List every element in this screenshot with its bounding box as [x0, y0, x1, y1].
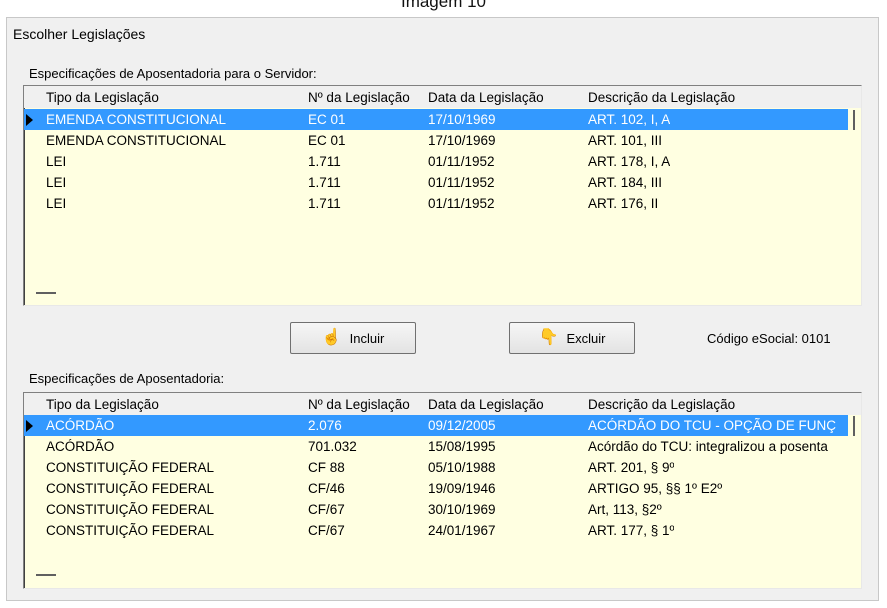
specs-grid[interactable]: Tipo da Legislação Nº da Legislação Data…: [23, 392, 862, 589]
cell-data: 17/10/1969: [428, 133, 496, 148]
cell-descricao: ART. 101, III: [588, 133, 663, 148]
col-data-header[interactable]: Data da Legislação: [428, 397, 544, 412]
cell-descricao: ART. 201, § 9º: [588, 460, 675, 475]
table-row[interactable]: CONSTITUIÇÃO FEDERAL CF/46 19/09/1946 AR…: [24, 478, 848, 499]
table-row[interactable]: LEI 1.711 01/11/1952 ART. 178, I, A: [24, 151, 848, 172]
specs-label: Especificações de Aposentadoria:: [29, 371, 225, 386]
cell-descricao: ARTIGO 95, §§ 1º E2º: [588, 481, 723, 496]
col-descricao-header[interactable]: Descrição da Legislação: [588, 90, 735, 105]
table-row[interactable]: CONSTITUIÇÃO FEDERAL CF/67 24/01/1967 AR…: [24, 520, 848, 541]
cell-tipo: CONSTITUIÇÃO FEDERAL: [46, 460, 215, 475]
cell-descricao: Acórdão do TCU: integralizou a posenta: [588, 439, 828, 454]
cell-numero: 1.711: [308, 196, 341, 211]
cell-data: 24/01/1967: [428, 523, 496, 538]
cell-tipo: CONSTITUIÇÃO FEDERAL: [46, 523, 215, 538]
hand-pointing-down-icon: 👇: [538, 329, 559, 346]
cell-descricao: ART. 178, I, A: [588, 154, 671, 169]
col-numero-header[interactable]: Nº da Legislação: [308, 90, 410, 105]
cell-data: 19/09/1946: [428, 481, 496, 496]
cell-tipo: LEI: [46, 154, 67, 169]
cell-tipo: EMENDA CONSTITUCIONAL: [46, 112, 227, 127]
hand-pointing-up-icon: ☝: [321, 329, 342, 346]
incluir-button-label: Incluir: [349, 330, 385, 346]
grid-header: Tipo da Legislação Nº da Legislação Data…: [24, 86, 861, 108]
cell-tipo: CONSTITUIÇÃO FEDERAL: [46, 481, 215, 496]
cell-tipo: CONSTITUIÇÃO FEDERAL: [46, 502, 215, 517]
grid-header: Tipo da Legislação Nº da Legislação Data…: [24, 393, 861, 415]
table-row[interactable]: CONSTITUIÇÃO FEDERAL CF 88 05/10/1988 AR…: [24, 457, 848, 478]
vertical-scrollbar[interactable]: [853, 110, 855, 130]
table-row[interactable]: ACÓRDÃO 2.076 09/12/2005 ACÓRDÃO DO TCU …: [24, 415, 848, 436]
cell-numero: CF 88: [308, 460, 345, 475]
cell-descricao: ART. 184, III: [588, 175, 663, 190]
table-row[interactable]: LEI 1.711 01/11/1952 ART. 184, III: [24, 172, 848, 193]
cell-tipo: ACÓRDÃO: [46, 439, 115, 454]
excluir-button-label: Excluir: [566, 330, 606, 346]
cell-data: 15/08/1995: [428, 439, 496, 454]
cell-numero: 1.711: [308, 154, 341, 169]
current-row-marker-icon: [26, 114, 33, 126]
cell-data: 01/11/1952: [428, 154, 495, 169]
cell-numero: CF/46: [308, 481, 345, 496]
cell-tipo: ACÓRDÃO: [46, 418, 115, 433]
table-row[interactable]: EMENDA CONSTITUCIONAL EC 01 17/10/1969 A…: [24, 109, 848, 130]
cell-tipo: LEI: [46, 175, 67, 190]
cell-numero: EC 01: [308, 112, 346, 127]
choose-legislation-window: Escolher Legislações Especificações de A…: [6, 17, 879, 601]
cell-data: 01/11/1952: [428, 175, 495, 190]
cell-numero: EC 01: [308, 133, 346, 148]
table-row[interactable]: EMENDA CONSTITUCIONAL EC 01 17/10/1969 A…: [24, 130, 848, 151]
table-row[interactable]: ACÓRDÃO 701.032 15/08/1995 Acórdão do TC…: [24, 436, 848, 457]
servidor-specs-grid[interactable]: Tipo da Legislação Nº da Legislação Data…: [23, 85, 862, 306]
servidor-specs-label: Especificações de Aposentadoria para o S…: [29, 66, 317, 81]
window-title: Escolher Legislações: [13, 26, 146, 42]
horizontal-scrollbar[interactable]: [36, 574, 56, 576]
cell-descricao: ART. 176, II: [588, 196, 659, 211]
cell-data: 05/10/1988: [428, 460, 496, 475]
col-numero-header[interactable]: Nº da Legislação: [308, 397, 410, 412]
cell-tipo: LEI: [46, 196, 67, 211]
horizontal-scrollbar[interactable]: [36, 292, 56, 294]
cell-numero: CF/67: [308, 523, 345, 538]
cell-descricao: Art, 113, §2º: [588, 502, 662, 517]
col-tipo-header[interactable]: Tipo da Legislação: [46, 90, 159, 105]
cell-descricao: ART. 102, I, A: [588, 112, 671, 127]
cell-numero: 1.711: [308, 175, 341, 190]
cell-numero: 701.032: [308, 439, 357, 454]
cell-numero: 2.076: [308, 418, 342, 433]
col-data-header[interactable]: Data da Legislação: [428, 90, 544, 105]
cell-tipo: EMENDA CONSTITUCIONAL: [46, 133, 227, 148]
cell-data: 09/12/2005: [428, 418, 496, 433]
esocial-code: Código eSocial: 0101: [707, 331, 831, 346]
cell-data: 17/10/1969: [428, 112, 496, 127]
cell-numero: CF/67: [308, 502, 345, 517]
current-row-marker-icon: [26, 420, 33, 432]
cell-descricao: ACÓRDÃO DO TCU - OPÇÃO DE FUNÇ: [588, 418, 837, 433]
col-tipo-header[interactable]: Tipo da Legislação: [46, 397, 159, 412]
table-row[interactable]: LEI 1.711 01/11/1952 ART. 176, II: [24, 193, 848, 214]
cell-descricao: ART. 177, § 1º: [588, 523, 675, 538]
incluir-button[interactable]: ☝ Incluir: [290, 322, 416, 354]
vertical-scrollbar[interactable]: [853, 416, 855, 436]
table-row[interactable]: CONSTITUIÇÃO FEDERAL CF/67 30/10/1969 Ar…: [24, 499, 848, 520]
cell-data: 30/10/1969: [428, 502, 496, 517]
excluir-button[interactable]: 👇 Excluir: [509, 322, 635, 354]
col-descricao-header[interactable]: Descrição da Legislação: [588, 397, 735, 412]
image-caption: Imagem 10: [400, 0, 487, 11]
cell-data: 01/11/1952: [428, 196, 495, 211]
